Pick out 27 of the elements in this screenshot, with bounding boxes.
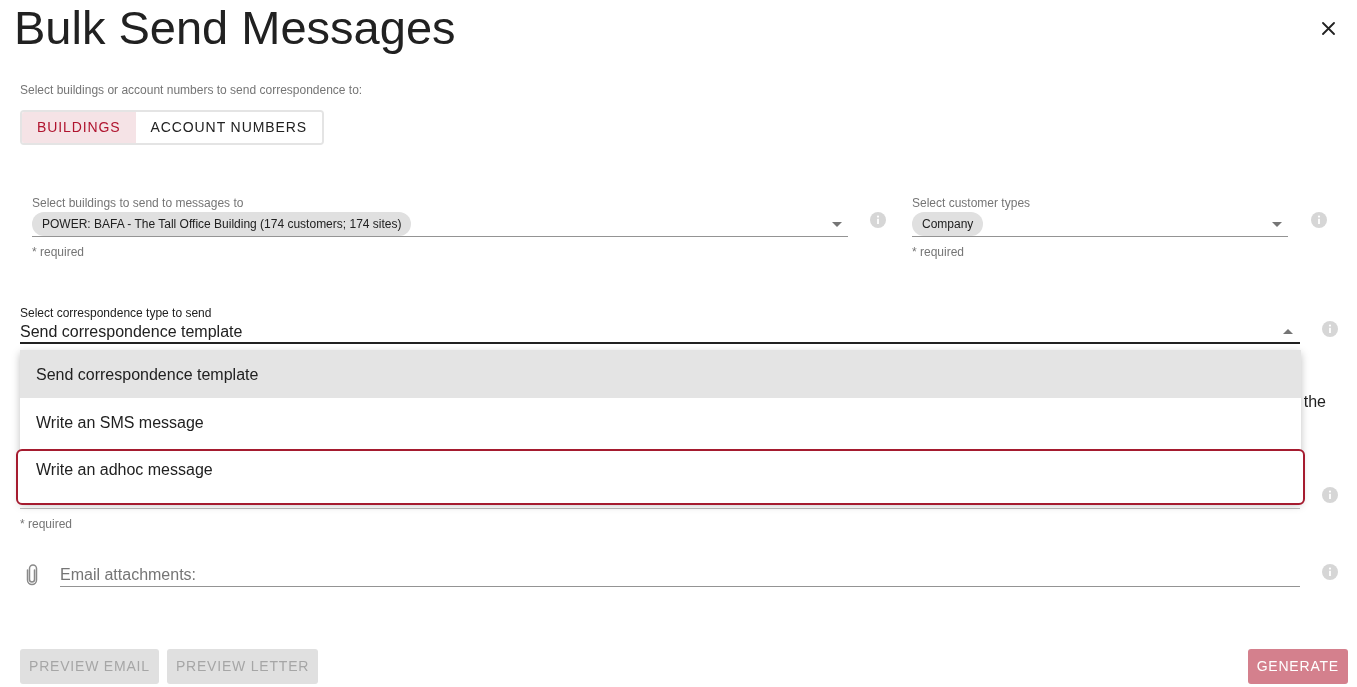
field-label: Select buildings to send to messages to [32,195,245,211]
menu-item[interactable]: Send correspondence template [20,350,1301,398]
correspondence-type-select[interactable]: Send correspondence template [20,321,1300,344]
section-label: Select buildings or account numbers to send correspondence to: [20,82,364,98]
helper-text: * required [20,516,74,532]
info-icon [1322,321,1338,337]
helper-text: * required [912,244,966,260]
paragraph-text: the [1303,392,1326,411]
helper-text: * required [32,244,86,260]
attachments-field[interactable]: Email attachments: [60,563,1300,587]
selection-chip: POWER: BAFA - The Tall Office Building (174 customers; 174 sites) [32,212,412,236]
info-icon [1311,212,1327,228]
info-icon [870,212,886,228]
close-icon [1321,21,1335,35]
buildings-select[interactable]: POWER: BAFA - The Tall Office Building (174 customers; 174 sites) [32,211,848,237]
info-icon [1322,564,1338,580]
info-icon [1322,487,1338,503]
menu-item[interactable]: Write an SMS message [20,398,1301,446]
menu-item[interactable]: Write an adhoc message [16,449,1305,505]
paperclip-icon [25,564,39,586]
toggle-button[interactable]: BUILDINGS [22,112,136,143]
field-label: Select customer types [912,195,1032,211]
customer-types-select[interactable]: Company [912,211,1288,237]
selected-value: Send correspondence template [20,322,243,341]
window-title: Bulk Send Messages [14,0,456,56]
selection-chip: Company [912,212,984,236]
field-label: Select correspondence type to send [20,305,213,321]
